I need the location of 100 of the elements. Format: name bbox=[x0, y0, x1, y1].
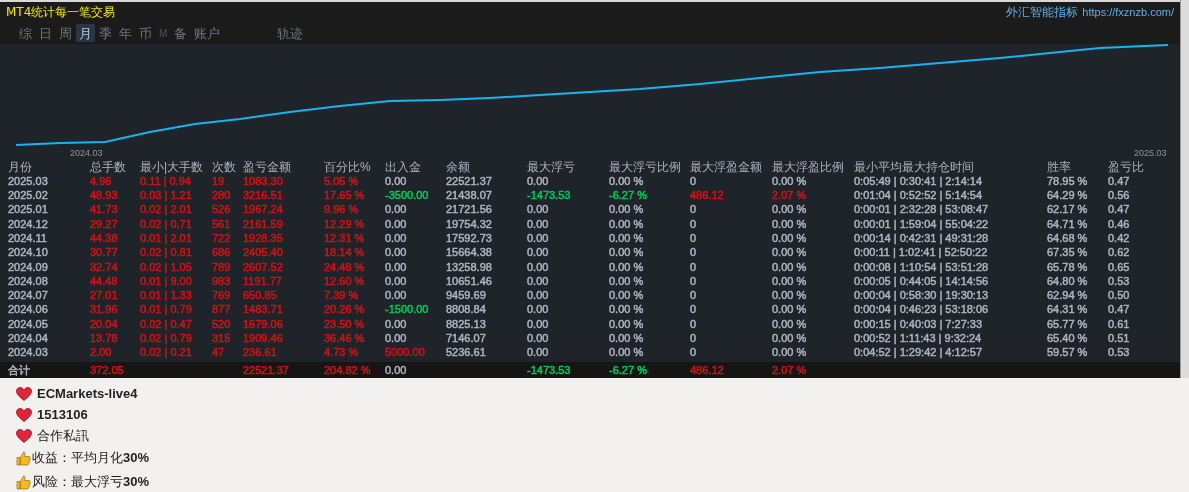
table-cell: 0:04:52 | 1:29:42 | 4:12:57 bbox=[854, 347, 983, 359]
table-cell: 0:00:08 | 1:10:54 | 53:51:28 bbox=[854, 261, 989, 273]
table-cell: 686 bbox=[212, 247, 231, 259]
table-cell: 0.00 bbox=[385, 232, 407, 244]
table-cell: 769 bbox=[212, 290, 231, 302]
table-cell: 21721.56 bbox=[446, 204, 492, 216]
table-cell: 17.65 % bbox=[324, 190, 365, 202]
heart-icon bbox=[16, 386, 32, 401]
table-cell: 0.00 bbox=[527, 304, 549, 316]
table-cell: 2024.03 bbox=[8, 347, 48, 359]
tab[interactable]: 周 bbox=[56, 24, 75, 42]
table-cell: 0.03 | 1.21 bbox=[140, 190, 192, 202]
table-cell: 20.04 bbox=[90, 318, 118, 330]
table-cell: 0.02 | 0.71 bbox=[140, 218, 192, 230]
table-cell: 0:05:49 | 0:30:41 | 2:14:14 bbox=[854, 175, 983, 187]
table-cell: 0.62 bbox=[1108, 247, 1130, 259]
table-cell: 0.50 bbox=[1108, 290, 1130, 302]
table-cell: -1500.00 bbox=[385, 304, 429, 316]
table-cell: 12.31 % bbox=[324, 232, 365, 244]
site-link[interactable]: https://fxznzb.com/ bbox=[1082, 3, 1174, 21]
table-cell: 21438.07 bbox=[446, 190, 492, 202]
table-cell: 2025.03 bbox=[8, 175, 48, 187]
table-cell: -3500.00 bbox=[385, 190, 429, 202]
column-header: 最小|大手数 bbox=[140, 160, 205, 173]
table-cell: 67.35 % bbox=[1047, 247, 1088, 259]
heart-icon bbox=[16, 428, 32, 443]
table-cell: 0.00 % bbox=[772, 247, 807, 259]
table-cell: 22521.37 bbox=[446, 175, 492, 187]
table-cell: 0.02 | 2.01 bbox=[140, 204, 192, 216]
table-cell: 65.78 % bbox=[1047, 261, 1088, 273]
table-cell: 0.53 bbox=[1108, 275, 1130, 287]
table-cell: 41.73 bbox=[90, 204, 118, 216]
tab[interactable]: 轨迹 bbox=[274, 24, 307, 42]
tab[interactable]: 年 bbox=[116, 24, 135, 42]
table-cell: 561 bbox=[212, 218, 231, 230]
table-cell: 62.94 % bbox=[1047, 290, 1088, 302]
table-cell: 0.65 bbox=[1108, 261, 1130, 273]
table-cell: 0.00 % bbox=[609, 204, 644, 216]
table-cell: 0:00:01 | 1:59:04 | 55:04:22 bbox=[854, 218, 989, 230]
table-cell: 0.00 % bbox=[772, 304, 807, 316]
table-cell: 65.40 % bbox=[1047, 333, 1088, 345]
table-cell: 0:00:04 | 0:58:30 | 19:30:13 bbox=[854, 290, 989, 302]
tab[interactable]: 账户 bbox=[191, 24, 224, 42]
table-cell: 315 bbox=[212, 333, 231, 345]
table-cell: 65.77 % bbox=[1047, 318, 1088, 330]
table-cell: 0 bbox=[690, 218, 697, 230]
table-cell: 13.78 bbox=[90, 333, 118, 345]
column-header: 最小平均最大持仓时间 bbox=[854, 160, 975, 173]
table-cell: 0.00 bbox=[385, 275, 407, 287]
table-cell: 2161.59 bbox=[243, 218, 283, 230]
table-cell: 0 bbox=[690, 261, 697, 273]
table-cell: 17592.73 bbox=[446, 232, 492, 244]
table-cell: 650.85 bbox=[243, 290, 277, 302]
column-header: 盈亏金额 bbox=[243, 160, 292, 173]
tab[interactable]: 月 bbox=[76, 24, 95, 42]
table-cell: 372.05 bbox=[90, 364, 124, 376]
tab[interactable]: 综 bbox=[16, 24, 35, 42]
table-cell: 0 bbox=[690, 204, 697, 216]
table-cell: 2024.06 bbox=[8, 304, 48, 316]
table-cell: 0 bbox=[690, 247, 697, 259]
table-cell: 0.00 bbox=[385, 318, 407, 330]
thumbs-up-icon bbox=[16, 450, 31, 466]
tab[interactable]: 季 bbox=[96, 24, 115, 42]
tab[interactable]: M bbox=[156, 24, 171, 42]
column-header: 月份 bbox=[8, 160, 33, 173]
table-cell: 0 bbox=[690, 304, 697, 316]
table-cell: 0.47 bbox=[1108, 304, 1130, 316]
table-cell: 0.53 bbox=[1108, 347, 1130, 359]
scrollbar[interactable] bbox=[1180, 0, 1189, 378]
table-cell: 19754.32 bbox=[446, 218, 492, 230]
thumbs-up-icon bbox=[16, 474, 31, 490]
column-header: 百分比% bbox=[324, 160, 372, 173]
table-cell: 23.50 % bbox=[324, 318, 365, 330]
table-cell: 0.02 | 1.05 bbox=[140, 261, 192, 273]
brand-name: 外汇智能指标 bbox=[1006, 4, 1079, 21]
table-cell: 0.00 bbox=[527, 275, 549, 287]
table-cell: 2024.10 bbox=[8, 247, 48, 259]
table-cell: 0.47 bbox=[1108, 175, 1130, 187]
table-cell: 0.02 | 0.21 bbox=[140, 347, 192, 359]
table-cell: 0:00:52 | 1:11:43 | 9:32:24 bbox=[854, 333, 982, 345]
table-cell: 32.74 bbox=[90, 261, 118, 273]
column-header: 余额 bbox=[446, 160, 471, 173]
table-cell: -6.27 % bbox=[609, 190, 647, 202]
note-text: ECMarkets-live4 bbox=[37, 384, 138, 403]
window-title: MT4统计每一笔交易 bbox=[6, 4, 116, 21]
table-cell: 0 bbox=[690, 275, 697, 287]
table-cell: 0.47 bbox=[1108, 204, 1130, 216]
table-cell: 4.96 bbox=[90, 175, 112, 187]
column-header: 总手数 bbox=[90, 160, 127, 173]
column-header: 胜率 bbox=[1047, 160, 1072, 173]
tab[interactable]: 币 bbox=[136, 24, 155, 42]
table-cell: 0.00 % bbox=[609, 232, 644, 244]
tab[interactable]: 备 bbox=[171, 24, 191, 42]
table-cell: 0.11 | 0.94 bbox=[140, 175, 191, 187]
table-cell: 2024.05 bbox=[8, 318, 48, 330]
table-cell: 2024.04 bbox=[8, 333, 48, 345]
tab[interactable]: 日 bbox=[36, 24, 55, 42]
table-cell: 2607.52 bbox=[243, 261, 283, 273]
table-cell: 0.00 % bbox=[772, 290, 807, 302]
table-cell: 47 bbox=[212, 347, 225, 359]
